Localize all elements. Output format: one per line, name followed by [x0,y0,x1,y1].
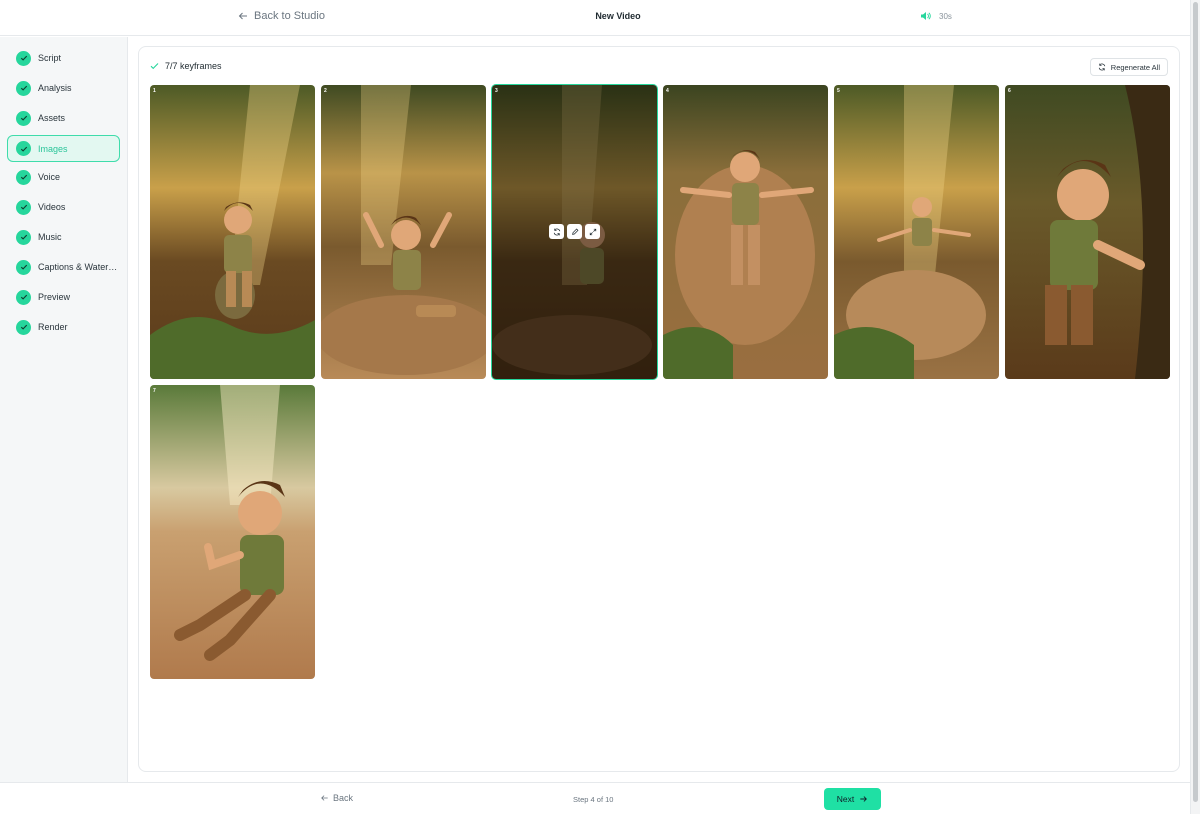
keyframe-number: 7 [153,388,156,394]
keyframe-tools [549,224,600,239]
sidebar-item-label: Script [38,53,62,63]
refresh-icon [1098,63,1105,71]
check-icon [16,110,31,126]
keyframe-number: 2 [324,88,327,94]
keyframe-card[interactable]: 1 [150,85,315,379]
regenerate-frame-button[interactable] [549,224,564,239]
arrow-left-icon [321,795,328,801]
keyframe-card[interactable]: 7 [150,385,315,679]
back-button-label: Back [333,793,354,803]
check-icon [16,319,31,335]
sidebar-item-analysis[interactable]: Analysis [7,75,120,101]
keyframes-status: 7/7 keyframes [150,61,222,71]
page-title: New Video [595,11,641,21]
check-icon [16,50,31,66]
sidebar-item-label: Videos [38,202,66,212]
edit-frame-button[interactable] [567,224,582,239]
check-icon [16,80,31,96]
keyframe-image [1005,85,1170,379]
step-counter: Step 4 of 10 [573,795,614,804]
expand-icon [589,228,596,235]
sidebar-item-captions[interactable]: Captions & Water… [7,254,120,280]
sidebar-item-preview[interactable]: Preview [7,284,120,310]
regenerate-all-label: Regenerate All [1110,62,1160,72]
sidebar-item-script[interactable]: Script [7,45,120,71]
keyframe-card[interactable]: 2 [321,85,486,379]
arrow-right-icon [860,796,868,802]
check-icon [16,229,31,245]
sidebar-item-label: Voice [38,172,61,182]
steps-sidebar: Script Analysis Assets Images Voice Vide… [0,37,128,782]
keyframe-number: 6 [1008,88,1011,94]
check-icon [150,63,159,70]
sidebar-item-music[interactable]: Music [7,224,120,250]
expand-frame-button[interactable] [585,224,600,239]
bottom-bar: Back Step 4 of 10 Next [0,782,1190,814]
keyframe-image [321,85,486,379]
regenerate-all-button[interactable]: Regenerate All [1089,58,1168,76]
keyframe-card[interactable]: 5 [834,85,999,379]
check-icon [16,199,31,215]
check-icon [16,259,31,275]
back-button[interactable]: Back [320,793,353,803]
keyframe-number: 4 [666,88,669,94]
next-button-label: Next [836,794,855,804]
sidebar-item-label: Analysis [38,83,72,93]
keyframe-image [663,85,828,379]
sidebar-item-assets[interactable]: Assets [7,105,120,131]
keyframe-card[interactable]: 4 [663,85,828,379]
sidebar-item-label: Captions & Water… [38,262,118,272]
sidebar-item-render[interactable]: Render [7,314,120,340]
scrollbar-thumb[interactable] [1193,2,1198,802]
keyframe-image [834,85,999,379]
sidebar-item-label: Render [38,322,68,332]
check-icon [16,169,31,185]
keyframe-number: 3 [495,88,498,94]
sidebar-item-label: Assets [38,113,66,123]
top-bar: Back to Studio New Video 30s [0,0,1190,36]
sidebar-item-images[interactable]: Images [7,135,120,162]
duration-value: 30s [939,11,952,21]
duration-indicator: 30s [920,11,952,21]
keyframe-image [150,85,315,379]
sidebar-item-label: Music [38,232,62,242]
edit-icon [571,228,578,235]
keyframe-image [150,385,315,679]
keyframe-card[interactable]: 6 [1005,85,1170,379]
keyframes-count: 7/7 keyframes [165,61,222,71]
sidebar-item-voice[interactable]: Voice [7,164,120,190]
vertical-scrollbar[interactable] [1190,0,1200,814]
keyframe-card-selected[interactable]: 3 [492,85,657,379]
sidebar-item-label: Images [38,143,68,154]
speaker-icon[interactable] [920,11,931,21]
keyframes-panel: 7/7 keyframes Regenerate All 1 2 3 4 5 6… [138,46,1180,772]
keyframe-number: 5 [837,88,840,94]
keyframe-number: 1 [153,88,156,94]
check-icon [16,141,31,156]
sidebar-item-videos[interactable]: Videos [7,194,120,220]
next-button[interactable]: Next [824,788,881,810]
sidebar-item-label: Preview [38,292,71,302]
check-icon [16,289,31,305]
refresh-icon [553,228,560,235]
